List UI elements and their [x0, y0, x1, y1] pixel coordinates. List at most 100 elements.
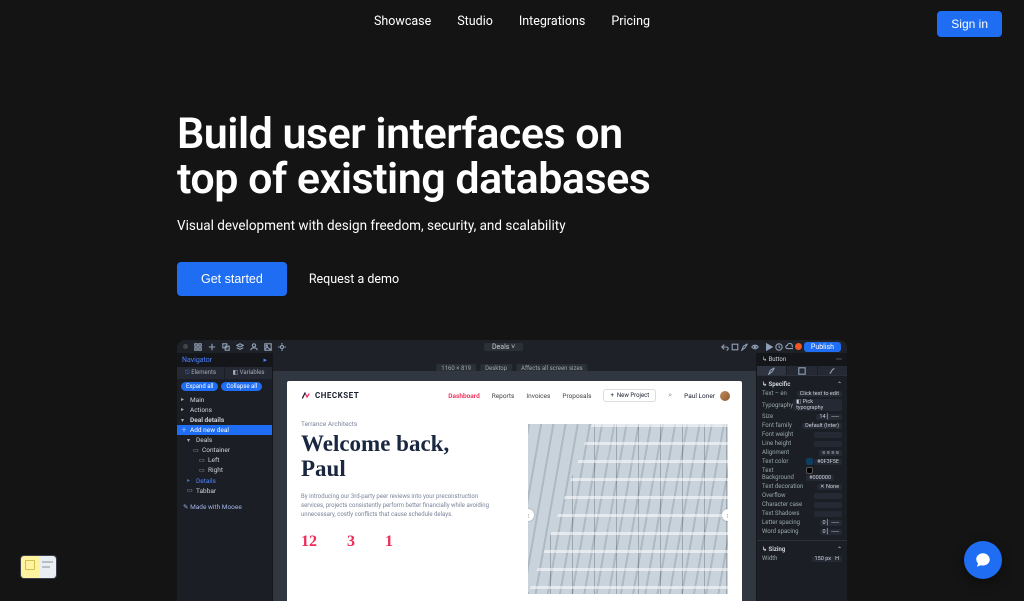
stat-value: 12	[301, 533, 317, 551]
tree-item-selected[interactable]: ＋Add new deal	[177, 425, 272, 435]
tree-item[interactable]: ▾Deal details	[181, 415, 268, 425]
brand[interactable]: CHECKSET	[301, 391, 359, 401]
tab-elements[interactable]: ⎋ Elements	[177, 367, 224, 379]
eye-icon[interactable]	[751, 343, 759, 351]
carousel-next-button[interactable]: ›	[722, 509, 728, 521]
tree-item[interactable]: ▾Deals	[181, 435, 268, 445]
hero: Build user interfaces on top of existing…	[177, 112, 877, 296]
nav-pricing[interactable]: Pricing	[611, 14, 650, 29]
word-spacing-input[interactable]: 0 ▏──	[820, 529, 842, 535]
undo-icon[interactable]	[721, 343, 729, 351]
new-project-button[interactable]: + New Project	[603, 389, 656, 402]
collapse-all-button[interactable]: Collapse all	[221, 382, 262, 391]
box-icon: ▭	[187, 486, 193, 495]
tree-item[interactable]: ▭Right	[181, 465, 268, 475]
nav-integrations[interactable]: Integrations	[519, 14, 585, 29]
navlink-proposals[interactable]: Proposals	[562, 392, 591, 400]
page-tab[interactable]: Deals ˅	[484, 343, 523, 351]
chevron-right-icon[interactable]: ▸	[263, 356, 267, 364]
tree-item[interactable]: ▭Left	[181, 455, 268, 465]
expand-all-button[interactable]: Expand all	[181, 382, 218, 391]
nav-showcase[interactable]: Showcase	[374, 14, 431, 29]
pen-icon[interactable]	[741, 343, 749, 351]
hero-subtitle: Visual development with design freedom, …	[177, 218, 877, 234]
thumbnail-yellow	[21, 556, 39, 578]
intro-paragraph: By introducing our 3rd-party peer review…	[301, 492, 501, 519]
request-demo-link[interactable]: Request a demo	[309, 272, 399, 287]
style-tab[interactable]	[757, 366, 786, 375]
stat-value: 3	[347, 533, 355, 551]
play-icon[interactable]	[765, 343, 773, 351]
font-weight-input[interactable]	[814, 432, 842, 438]
building-image	[528, 424, 728, 594]
letter-spacing-input[interactable]: 0 ▏──	[820, 520, 842, 526]
cloud-icon[interactable]	[785, 343, 793, 351]
line-height-input[interactable]	[814, 441, 842, 447]
chat-fab[interactable]	[964, 541, 1002, 579]
tree-item[interactable]: ▸Main	[181, 395, 268, 405]
doc-hero-text: Terrance Architects Welcome back,Paul By…	[301, 420, 518, 594]
nav-studio[interactable]: Studio	[457, 14, 493, 29]
history-icon[interactable]	[775, 343, 783, 351]
hero-title: Build user interfaces on top of existing…	[177, 112, 877, 202]
tree-item[interactable]: ▭Tabbar	[181, 486, 268, 496]
image-icon[interactable]	[264, 343, 272, 351]
text-decoration-select[interactable]: ✕ None	[817, 484, 842, 490]
layout-tab[interactable]	[787, 366, 816, 375]
editor-window: Deals ˅ Publish 1160 × 819 Desktop Affec…	[177, 340, 847, 601]
overflow-select[interactable]	[814, 493, 842, 499]
font-family-select[interactable]: Default (Inter)	[802, 423, 842, 429]
char-case-select[interactable]	[814, 502, 842, 508]
width-input[interactable]: 150 px H	[812, 556, 842, 562]
tree-item[interactable]: ▸Details	[181, 476, 268, 486]
caret-icon: ▸	[181, 395, 187, 404]
user-menu[interactable]: Paul Loner	[684, 391, 730, 401]
text-shadow-input[interactable]	[814, 511, 842, 517]
navlink-dashboard[interactable]: Dashboard	[448, 392, 479, 400]
text-value[interactable]: Click text to edit	[797, 391, 842, 397]
thumbnail-grey	[39, 556, 57, 578]
typography-picker[interactable]: ◧ Pick typography	[793, 399, 842, 411]
tab-variables[interactable]: ◧ Variables	[225, 367, 272, 379]
hero-title-line1: Build user interfaces on	[177, 109, 623, 159]
cta-row: Get started Request a demo	[177, 262, 877, 296]
caret-icon: ▸	[187, 476, 193, 485]
signin-button[interactable]: Sign in	[937, 11, 1002, 37]
theme-thumbnail-widget[interactable]	[20, 555, 57, 579]
section-toggle-icon[interactable]: ⌃	[837, 381, 842, 388]
canvas[interactable]: CHECKSET Dashboard Reports Invoices Prop…	[273, 371, 756, 601]
panel-actions-icon[interactable]: ⋯	[836, 356, 842, 363]
brush-tab[interactable]	[818, 366, 847, 375]
text-color-hex[interactable]: #0F3F5E	[814, 459, 842, 465]
navlink-reports[interactable]: Reports	[492, 392, 515, 400]
alignment-buttons[interactable]: ≡ ≡ ≡ ≡	[819, 450, 842, 456]
layers-icon[interactable]	[236, 343, 244, 351]
bg-color-hex[interactable]: #000000	[806, 475, 834, 481]
tree-item[interactable]: ▸Actions	[181, 405, 268, 415]
top-nav: Showcase Studio Integrations Pricing	[0, 14, 1024, 29]
copy-icon[interactable]	[222, 343, 230, 351]
window-dot	[183, 344, 188, 349]
size-input[interactable]: 14 ▏──	[816, 414, 842, 420]
stat-value: 1	[385, 533, 393, 551]
select-icon[interactable]	[731, 343, 739, 351]
navlink-invoices[interactable]: Invoices	[526, 392, 550, 400]
tree-item[interactable]: ▭Container	[181, 445, 268, 455]
credit-link[interactable]: ✎ Made with Mooee	[177, 503, 272, 511]
grid-icon[interactable]	[194, 343, 202, 351]
section-toggle-icon[interactable]: ⌃	[837, 546, 842, 553]
publish-button[interactable]: Publish	[804, 342, 841, 352]
search-icon[interactable]: ⌕	[668, 391, 672, 400]
plus-icon[interactable]	[208, 343, 216, 351]
signin-wrap: Sign in	[937, 11, 1002, 37]
section-specific: Specific	[769, 381, 791, 388]
people-icon[interactable]	[250, 343, 258, 351]
settings-icon[interactable]	[278, 343, 286, 351]
welcome-heading: Welcome back,Paul	[301, 432, 518, 482]
color-swatch[interactable]	[806, 467, 813, 474]
doc-navbar: CHECKSET Dashboard Reports Invoices Prop…	[287, 381, 742, 410]
avatar	[720, 391, 730, 401]
get-started-button[interactable]: Get started	[177, 262, 287, 296]
color-swatch[interactable]	[806, 458, 813, 465]
navigator-title: Navigator	[182, 356, 212, 364]
